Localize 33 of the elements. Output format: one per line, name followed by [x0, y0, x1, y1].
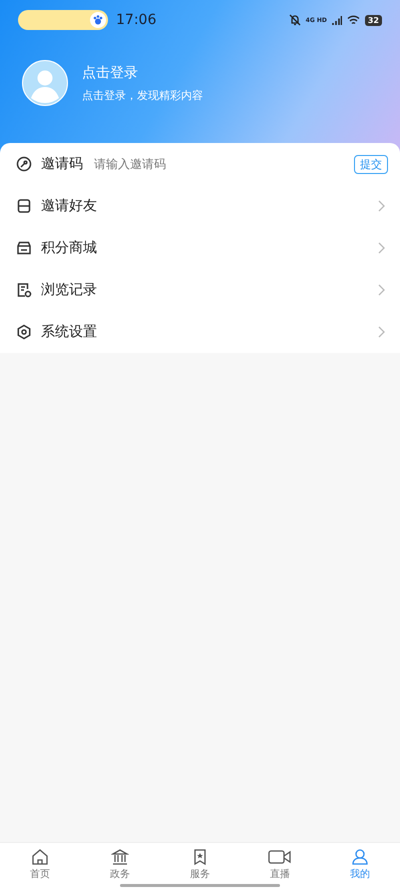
submit-button[interactable]: 提交	[354, 154, 388, 174]
menu-item[interactable]: 浏览记录	[41, 281, 97, 299]
paw-icon	[90, 12, 106, 28]
nav-tab[interactable]: 服务	[160, 843, 240, 885]
signal-icon	[332, 15, 342, 25]
chevron-icon	[378, 326, 386, 338]
login-title[interactable]: 点击登录	[82, 64, 203, 82]
nav-tab[interactable]: 首页	[0, 843, 80, 885]
nav-tab[interactable]: 政务	[80, 843, 160, 885]
home-icon	[31, 848, 49, 866]
nav-tab[interactable]: 我的	[320, 843, 400, 885]
key-icon	[16, 156, 32, 172]
menu-item[interactable]: 积分商城	[41, 239, 97, 257]
chevron-icon	[378, 200, 386, 212]
muted-bell-icon	[288, 14, 301, 26]
nav-tab[interactable]: 直播	[240, 843, 320, 885]
inbox-icon	[16, 198, 32, 214]
user-icon	[351, 848, 369, 866]
avatar[interactable]	[22, 60, 68, 106]
chevron-icon	[378, 284, 386, 296]
building-icon	[111, 848, 129, 866]
battery-level: 32	[364, 14, 382, 26]
menu-item[interactable]: 系统设置	[41, 323, 97, 341]
video-camera-icon	[268, 848, 292, 866]
menu-item[interactable]: 邀请好友	[41, 197, 97, 215]
chevron-icon	[378, 242, 386, 254]
history-icon	[16, 282, 32, 298]
wifi-icon	[346, 15, 360, 25]
store-icon	[16, 240, 32, 256]
login-subtitle: 点击登录，发现精彩内容	[82, 88, 203, 102]
settings-icon	[16, 324, 32, 340]
status-time: 17:06	[116, 12, 156, 28]
menu-label: 邀请码	[41, 155, 83, 173]
